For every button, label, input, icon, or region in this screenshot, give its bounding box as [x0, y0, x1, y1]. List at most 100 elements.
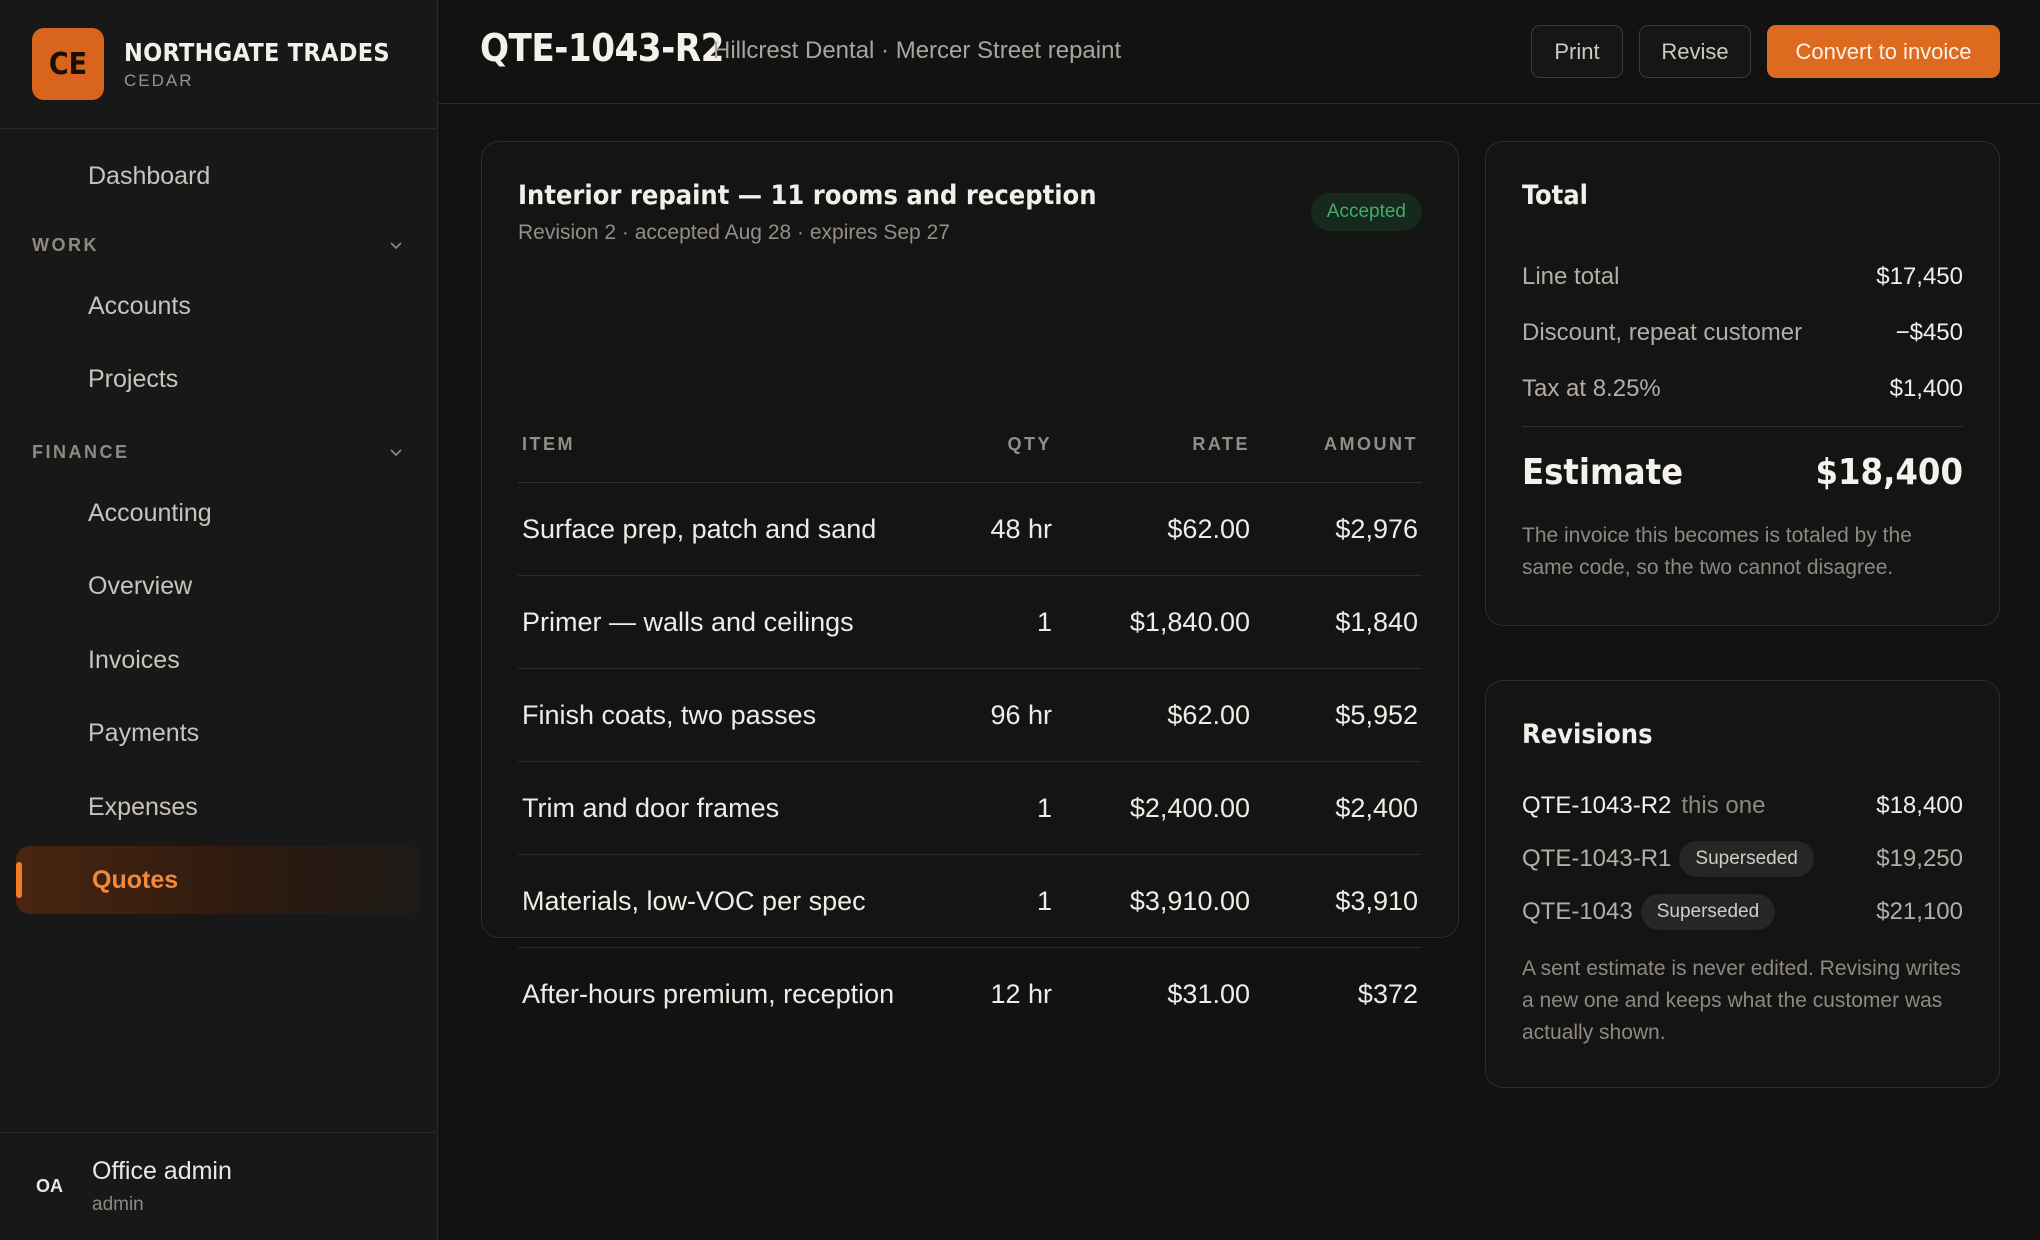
sidebar-item-quotes[interactable]: Quotes: [16, 846, 422, 914]
table-row[interactable]: Surface prep, patch and sand 48 hr $62.0…: [518, 483, 1422, 576]
brand: CE NORTHGATE TRADES CEDAR: [0, 0, 437, 129]
sidebar-item-expenses[interactable]: Expenses: [16, 773, 422, 841]
revision-id: QTE-1043-R1: [1522, 845, 1672, 872]
revision-amount: $18,400: [1876, 792, 1963, 819]
sidebar-item-label: Projects: [88, 364, 179, 393]
revise-button[interactable]: Revise: [1639, 25, 1751, 78]
line-total-value: $17,450: [1876, 263, 1963, 290]
table-row[interactable]: Trim and door frames 1 $2,400.00 $2,400: [518, 762, 1422, 855]
cell-item: Materials, low-VOC per spec: [522, 886, 866, 916]
table-row[interactable]: Materials, low-VOC per spec 1 $3,910.00 …: [518, 855, 1422, 948]
chevron-down-icon: [390, 449, 402, 457]
tax-row: Tax at 8.25% $1,400: [1522, 372, 1963, 406]
tax-value: $1,400: [1889, 375, 1963, 402]
table-row[interactable]: Primer — walls and ceilings 1 $1,840.00 …: [518, 576, 1422, 669]
sidebar-item-dashboard[interactable]: Dashboard: [16, 142, 422, 210]
column-header-amount[interactable]: AMOUNT: [1324, 434, 1418, 455]
print-button[interactable]: Print: [1531, 25, 1623, 78]
revision-amount: $21,100: [1876, 898, 1963, 925]
sidebar-item-projects[interactable]: Projects: [16, 345, 422, 413]
sidebar-item-label: Accounts: [88, 291, 191, 320]
section-label: FINANCE: [32, 441, 130, 462]
revision-amount: $19,250: [1876, 845, 1963, 872]
sidebar-item-accounts[interactable]: Accounts: [16, 272, 422, 340]
page-subtitle: Hillcrest Dental · Mercer Street repaint: [713, 37, 1122, 64]
discount-row: Discount, repeat customer −$450: [1522, 316, 1963, 350]
sidebar-item-invoices[interactable]: Invoices: [16, 626, 422, 694]
revisions-card: Revisions QTE-1043-R2 this one $18,400 Q…: [1485, 680, 2000, 1088]
sidebar-item-label: Dashboard: [88, 161, 211, 190]
revision-row[interactable]: QTE-1043 Superseded $21,100: [1522, 892, 1963, 932]
user-role: admin: [92, 1194, 144, 1215]
divider: [1522, 426, 1963, 427]
discount-value: −$450: [1895, 319, 1963, 346]
cell-qty: 96 hr: [990, 700, 1052, 730]
revisions-title: Revisions: [1522, 719, 1653, 750]
cell-item: After-hours premium, reception: [522, 979, 895, 1009]
cell-rate: $2,400.00: [1129, 793, 1250, 823]
chevron-down-icon: [390, 242, 402, 250]
page-header: QTE-1043-R2 Hillcrest Dental · Mercer St…: [438, 0, 2040, 104]
revision-row[interactable]: QTE-1043-R2 this one $18,400: [1522, 786, 1963, 826]
cell-rate: $3,910.00: [1129, 886, 1250, 916]
sidebar-item-label: Accounting: [88, 498, 212, 527]
totals-title: Total: [1522, 180, 1588, 211]
cell-amount: $1,840: [1335, 607, 1418, 637]
cell-item: Trim and door frames: [522, 793, 780, 823]
cell-qty: 1: [1036, 793, 1052, 823]
sidebar-item-accounting[interactable]: Accounting: [16, 479, 422, 547]
cell-amount: $5,952: [1335, 700, 1418, 730]
cell-qty: 48 hr: [990, 514, 1052, 544]
active-indicator: [16, 862, 22, 898]
revision-tag: this one: [1681, 792, 1766, 819]
line-total-label: Line total: [1522, 263, 1620, 290]
cell-rate: $1,840.00: [1129, 607, 1250, 637]
revision-id: QTE-1043-R2: [1522, 792, 1672, 819]
sidebar-section-finance[interactable]: FINANCE: [32, 437, 406, 467]
sidebar-item-label: Invoices: [88, 645, 180, 674]
cell-amount: $3,910: [1335, 886, 1418, 916]
column-header-rate[interactable]: RATE: [1192, 434, 1250, 455]
cell-rate: $62.00: [1167, 700, 1250, 730]
cell-item: Surface prep, patch and sand: [522, 514, 877, 544]
quote-card: Interior repaint — 11 rooms and receptio…: [481, 141, 1459, 1009]
section-label: WORK: [32, 234, 99, 255]
sidebar-section-work[interactable]: WORK: [32, 230, 406, 260]
sidebar-item-label: Quotes: [92, 865, 179, 894]
line-total-row: Line total $17,450: [1522, 260, 1963, 294]
revisions-note: A sent estimate is never edited. Revisin…: [1522, 957, 1961, 1044]
quote-meta: Revision 2 · accepted Aug 28 · expires S…: [518, 221, 950, 244]
cell-amount: $2,976: [1335, 514, 1418, 544]
cell-amount: $2,400: [1335, 793, 1418, 823]
brand-name: NORTHGATE TRADES: [124, 37, 390, 67]
cell-item: Primer — walls and ceilings: [522, 607, 854, 637]
cell-amount: $372: [1357, 979, 1418, 1009]
table-row[interactable]: After-hours premium, reception 12 hr $31…: [518, 948, 1422, 1041]
totals-note: The invoice this becomes is totaled by t…: [1522, 524, 1912, 579]
status-badge: Accepted: [1310, 193, 1422, 231]
revision-id: QTE-1043: [1522, 898, 1633, 925]
discount-label: Discount, repeat customer: [1522, 319, 1803, 346]
table-header: ITEM QTY RATE AMOUNT: [518, 426, 1422, 484]
sidebar-item-payments[interactable]: Payments: [16, 699, 422, 767]
cell-rate: $62.00: [1167, 514, 1250, 544]
table-row[interactable]: Finish coats, two passes 96 hr $62.00 $5…: [518, 669, 1422, 762]
cell-qty: 12 hr: [990, 979, 1052, 1009]
cell-rate: $31.00: [1167, 979, 1250, 1009]
revision-row[interactable]: QTE-1043-R1 Superseded $19,250: [1522, 839, 1963, 879]
totals-card: Total Line total $17,450 Discount, repea…: [1485, 141, 2000, 626]
column-header-item[interactable]: ITEM: [522, 434, 575, 455]
sidebar-item-overview[interactable]: Overview: [16, 552, 422, 620]
brand-sub: CEDAR: [124, 70, 194, 90]
avatar: OA: [36, 1176, 63, 1196]
cell-qty: 1: [1036, 607, 1052, 637]
estimate-value: $18,400: [1815, 452, 1963, 493]
column-header-qty[interactable]: QTY: [1007, 434, 1052, 455]
cell-item: Finish coats, two passes: [522, 700, 817, 730]
user-profile[interactable]: OA Office admin admin: [0, 1132, 438, 1240]
user-name: Office admin: [92, 1157, 232, 1185]
superseded-badge: Superseded: [1679, 841, 1814, 877]
page-title: QTE-1043-R2: [480, 26, 724, 70]
convert-to-invoice-button[interactable]: Convert to invoice: [1767, 25, 2000, 78]
brand-logo[interactable]: CE: [32, 28, 104, 100]
